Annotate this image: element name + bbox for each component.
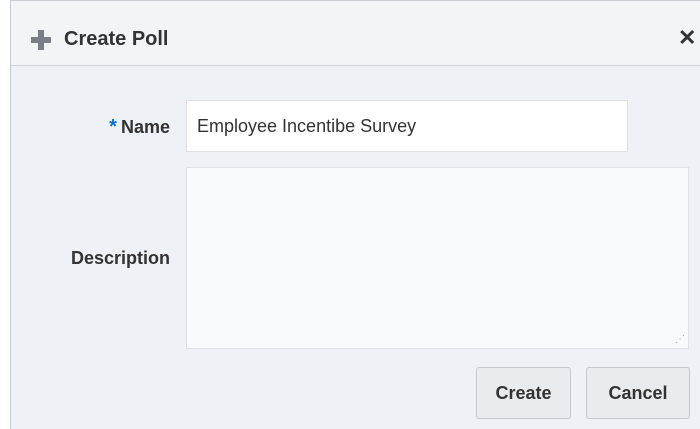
name-label: * Name (109, 117, 170, 137)
description-textarea[interactable] (186, 167, 689, 349)
plus-icon (31, 30, 51, 50)
cancel-button[interactable]: Cancel (586, 367, 690, 419)
dialog-title: Create Poll (64, 28, 169, 50)
resize-handle-icon[interactable]: ⋰ (675, 335, 685, 345)
create-poll-dialog: Create Poll ✕ *Name Description ⋰ Create… (10, 0, 700, 429)
create-button[interactable]: Create (476, 367, 571, 419)
close-icon[interactable]: ✕ (678, 27, 696, 49)
required-marker: * (109, 116, 117, 138)
description-label: Description (70, 248, 170, 268)
name-label-text: Name (120, 117, 170, 137)
dialog-titlebar: Create Poll ✕ (11, 1, 700, 66)
name-input[interactable] (186, 100, 628, 152)
